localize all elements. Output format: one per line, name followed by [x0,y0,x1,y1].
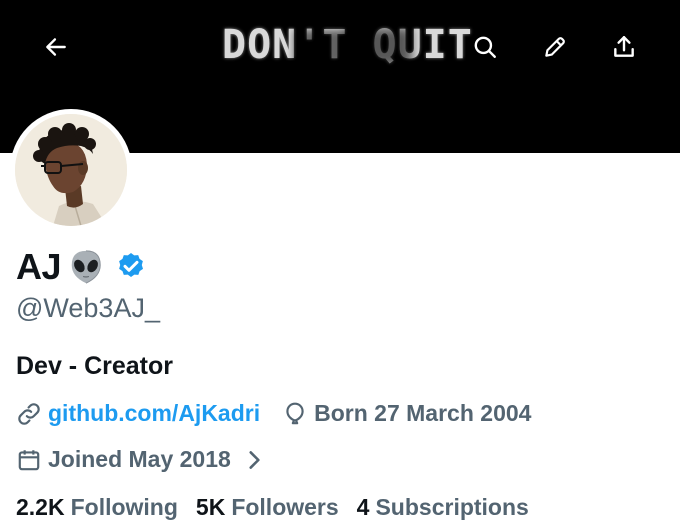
share-icon [614,36,634,57]
profile-meta-row: github.com/AjKadri Born 27 March 2004 [16,400,531,427]
followers-count: 5K [195,494,226,520]
name-row: AJ [16,246,147,288]
subscriptions-stat[interactable]: 4 Subscriptions [357,494,529,521]
display-name: AJ [16,246,62,287]
share-button[interactable] [604,27,644,67]
profile-bio: Dev - Creator [16,352,173,380]
back-button[interactable] [36,27,76,67]
search-icon [474,36,496,58]
calendar-icon [18,449,40,470]
chevron-right-icon[interactable] [241,447,267,473]
banner-text: DON'T QUIT [222,22,473,68]
following-stat[interactable]: 2.2K Following [16,494,178,521]
following-label: Following [70,494,178,520]
link-icon [18,402,40,425]
balloon-icon [286,402,304,424]
birthday: Born 27 March 2004 [282,400,531,427]
subscriptions-count: 4 [356,494,370,520]
joined-date[interactable]: Joined May 2018 [16,446,273,473]
joined-text: Joined May 2018 [48,446,231,472]
profile-avatar[interactable] [10,109,132,231]
arrow-left-icon [46,38,66,56]
following-count: 2.2K [16,494,65,520]
edit-button[interactable] [535,27,575,67]
user-handle: @Web3AJ_ [16,293,160,323]
website-text[interactable]: github.com/AjKadri [48,400,260,427]
avatar-illustration [15,114,127,226]
birthday-text: Born 27 March 2004 [314,400,532,426]
pencil-icon [545,37,565,57]
verified-badge-icon[interactable] [115,251,147,283]
followers-label: Followers [231,494,339,520]
subscriptions-label: Subscriptions [375,494,529,520]
follow-stats: 2.2K Following 5K Followers 4 Subscripti… [16,494,547,521]
joined-row[interactable]: Joined May 2018 [16,446,273,473]
search-button[interactable] [465,27,505,67]
website-link[interactable]: github.com/AjKadri [16,400,260,427]
followers-stat[interactable]: 5K Followers [196,494,339,521]
alien-emoji-icon [71,250,101,284]
